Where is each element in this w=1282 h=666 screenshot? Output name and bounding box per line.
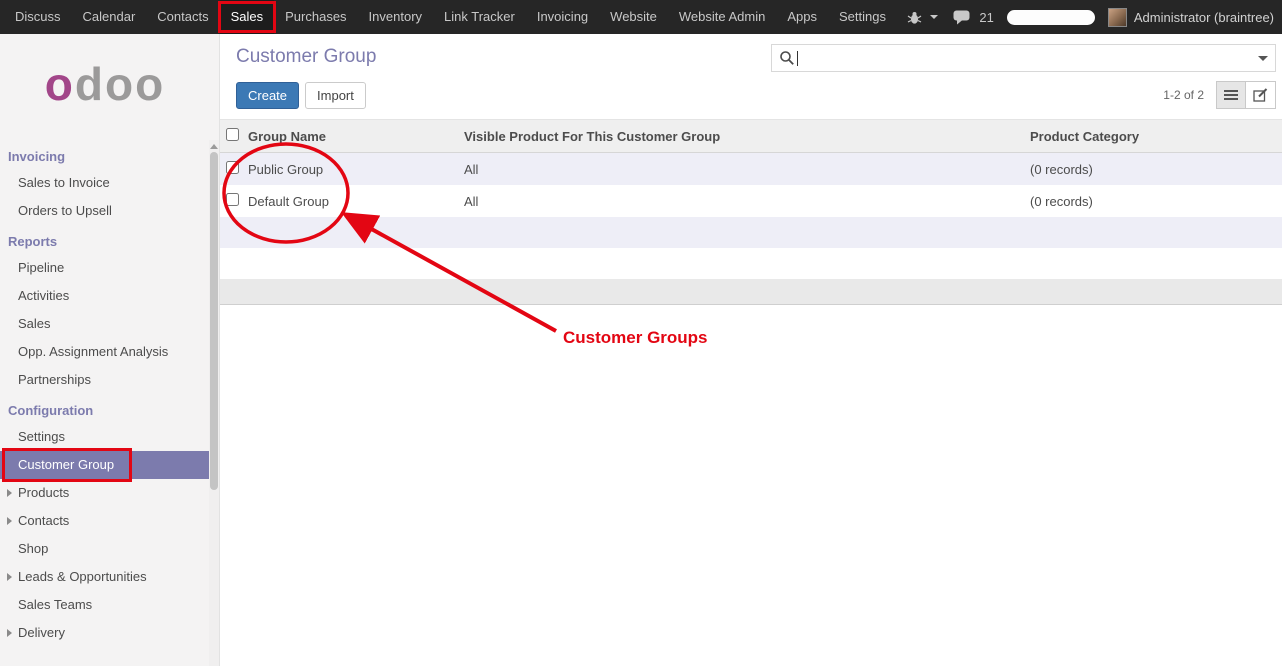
sidebar-section-invoicing: Invoicing Sales to Invoice Orders to Ups… [0, 140, 210, 225]
menu-item-purchases[interactable]: Purchases [274, 0, 357, 34]
progress-pill [1007, 10, 1095, 25]
column-header-visible-product[interactable]: Visible Product For This Customer Group [458, 120, 1024, 153]
form-view-button[interactable] [1246, 81, 1276, 109]
main-menu: Discuss Calendar Contacts Sales Purchase… [0, 0, 897, 34]
sidebar-item-customer-group[interactable]: Customer Group [0, 451, 210, 479]
form-view-icon [1253, 88, 1268, 102]
list-view-button[interactable] [1216, 81, 1246, 109]
menu-item-link-tracker[interactable]: Link Tracker [433, 0, 526, 34]
table-header-row: Group Name Visible Product For This Cust… [220, 120, 1282, 153]
cell-product-category[interactable]: (0 records) [1024, 185, 1282, 217]
scrollbar-up-arrow-icon[interactable] [210, 144, 218, 149]
search-icon [779, 50, 795, 66]
sidebar-item-label: Customer Group [18, 457, 114, 472]
list-footer-strip [220, 279, 1282, 305]
sidebar-item-opp-assignment-analysis[interactable]: Opp. Assignment Analysis [0, 338, 210, 366]
empty-row [220, 248, 1282, 279]
sidebar-item-label: Delivery [18, 625, 65, 640]
text-cursor [797, 51, 798, 66]
menu-item-settings[interactable]: Settings [828, 0, 897, 34]
search-dropdown-caret-icon[interactable] [1258, 56, 1268, 61]
sidebar-item-partnerships[interactable]: Partnerships [0, 366, 210, 394]
menu-item-apps[interactable]: Apps [776, 0, 828, 34]
sidebar: odoo Invoicing Sales to Invoice Orders t… [0, 34, 220, 666]
sidebar-item-sales-to-invoice[interactable]: Sales to Invoice [0, 169, 210, 197]
sidebar-section-title: Invoicing [0, 140, 210, 169]
sidebar-item-pipeline[interactable]: Pipeline [0, 254, 210, 282]
table-row[interactable]: Default Group All (0 records) [220, 185, 1282, 217]
menu-item-inventory[interactable]: Inventory [358, 0, 433, 34]
expand-arrow-icon [7, 573, 12, 581]
sidebar-item-label: Products [18, 485, 69, 500]
debug-dropdown-caret-icon[interactable] [930, 15, 938, 19]
cell-product-category[interactable]: (0 records) [1024, 153, 1282, 186]
sidebar-item-label: Leads & Opportunities [18, 569, 147, 584]
sidebar-scrollbar[interactable] [209, 140, 219, 666]
menu-item-website[interactable]: Website [599, 0, 668, 34]
sidebar-item-sales[interactable]: Sales [0, 310, 210, 338]
sidebar-item-sales-teams[interactable]: Sales Teams [0, 591, 210, 619]
menu-item-contacts[interactable]: Contacts [146, 0, 219, 34]
list-view-icon [1224, 89, 1238, 101]
scrollbar-thumb[interactable] [210, 152, 218, 490]
sidebar-item-orders-to-upsell[interactable]: Orders to Upsell [0, 197, 210, 225]
sidebar-section-reports: Reports Pipeline Activities Sales Opp. A… [0, 225, 210, 394]
expand-arrow-icon [7, 629, 12, 637]
menu-item-calendar[interactable]: Calendar [72, 0, 147, 34]
cell-visible-product[interactable]: All [458, 185, 1024, 217]
menu-item-discuss[interactable]: Discuss [4, 0, 72, 34]
topbar-right-tools: 21 Administrator (braintree) [907, 8, 1282, 27]
debug-icon[interactable] [907, 10, 922, 25]
action-button-row: Create Import 1-2 of 2 [220, 72, 1282, 119]
empty-row [220, 217, 1282, 248]
search-box[interactable] [771, 44, 1276, 72]
cell-visible-product[interactable]: All [458, 153, 1024, 186]
table-row[interactable]: Public Group All (0 records) [220, 153, 1282, 186]
column-header-product-category[interactable]: Product Category [1024, 120, 1282, 153]
expand-arrow-icon [7, 517, 12, 525]
odoo-backend-screen: Discuss Calendar Contacts Sales Purchase… [0, 0, 1282, 666]
select-all-checkbox[interactable] [226, 128, 239, 141]
column-header-group-name[interactable]: Group Name [242, 120, 458, 153]
user-menu[interactable]: Administrator (braintree) [1134, 10, 1274, 25]
view-switcher [1216, 81, 1276, 109]
sidebar-item-settings[interactable]: Settings [0, 423, 210, 451]
sidebar-section-configuration: Configuration Settings Customer Group Pr… [0, 394, 210, 647]
menu-item-sales-label: Sales [231, 9, 264, 24]
pager-range: 1-2 of 2 [1163, 88, 1216, 102]
logo-letters: doo [75, 57, 165, 111]
expand-arrow-icon [7, 489, 12, 497]
sidebar-item-label: Contacts [18, 513, 69, 528]
odoo-logo: odoo [0, 34, 210, 140]
sidebar-item-shop[interactable]: Shop [0, 535, 210, 563]
messages-icon[interactable] [953, 10, 972, 25]
menu-item-invoicing[interactable]: Invoicing [526, 0, 599, 34]
logo-letter: o [45, 57, 75, 111]
sidebar-item-products[interactable]: Products [0, 479, 210, 507]
user-avatar[interactable] [1108, 8, 1127, 27]
control-panel: Customer Group [220, 34, 1282, 72]
menu-item-website-admin[interactable]: Website Admin [668, 0, 776, 34]
row-checkbox[interactable] [226, 193, 239, 206]
sidebar-item-activities[interactable]: Activities [0, 282, 210, 310]
messages-count-badge: 21 [979, 10, 993, 25]
create-button[interactable]: Create [236, 82, 299, 109]
search-input[interactable] [803, 51, 1252, 66]
customer-group-list: Group Name Visible Product For This Cust… [220, 119, 1282, 279]
sidebar-section-title: Reports [0, 225, 210, 254]
row-checkbox[interactable] [226, 161, 239, 174]
sidebar-item-delivery[interactable]: Delivery [0, 619, 210, 647]
cell-group-name[interactable]: Default Group [242, 185, 458, 217]
page-title: Customer Group [236, 44, 376, 68]
top-navigation-bar: Discuss Calendar Contacts Sales Purchase… [0, 0, 1282, 34]
cell-group-name[interactable]: Public Group [242, 153, 458, 186]
main-content: Customer Group Create Import 1-2 of 2 [220, 34, 1282, 666]
menu-item-sales[interactable]: Sales [220, 0, 275, 34]
import-button[interactable]: Import [305, 82, 366, 109]
sidebar-section-title: Configuration [0, 394, 210, 423]
sidebar-item-contacts[interactable]: Contacts [0, 507, 210, 535]
sidebar-item-leads-opportunities[interactable]: Leads & Opportunities [0, 563, 210, 591]
